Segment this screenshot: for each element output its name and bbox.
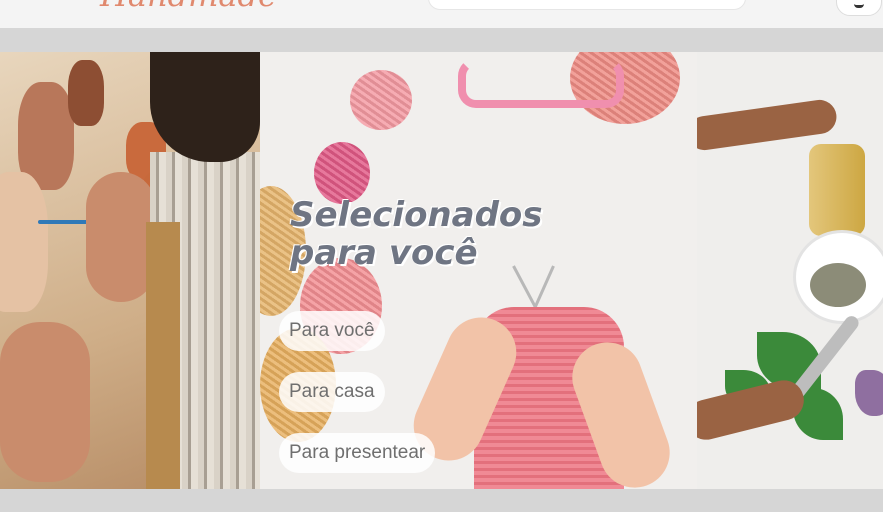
cart-icon xyxy=(854,0,864,8)
filter-button-para-voce[interactable]: Para você xyxy=(279,311,385,351)
hero-headline: Selecionados para você xyxy=(290,195,543,273)
search-input[interactable] xyxy=(428,0,746,10)
cart-button[interactable] xyxy=(836,0,882,16)
filter-button-para-presentear[interactable]: Para presentear xyxy=(279,433,436,473)
site-header: Handmade xyxy=(0,0,883,28)
hero-image-spices xyxy=(697,52,883,489)
site-logo[interactable]: Handmade xyxy=(100,0,277,14)
hero-image-pottery xyxy=(0,52,260,489)
filter-button-para-casa[interactable]: Para casa xyxy=(279,372,385,412)
